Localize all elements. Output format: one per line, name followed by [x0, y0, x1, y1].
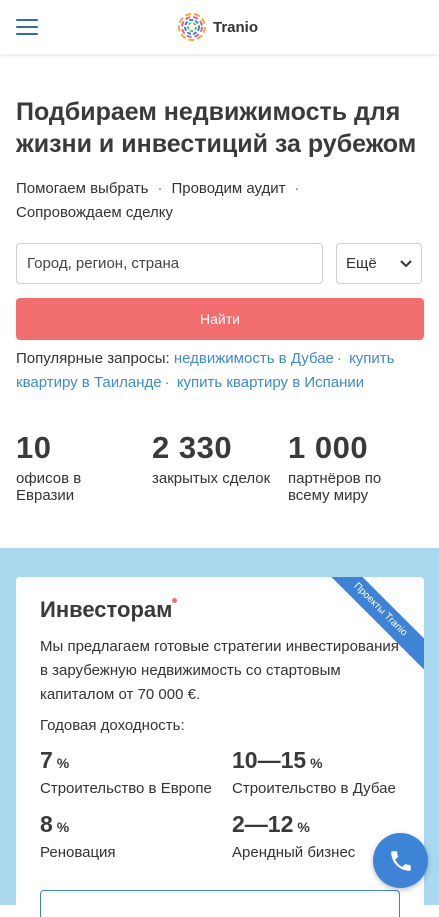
- popular-link-dubai[interactable]: недвижимость в Дубае: [174, 350, 334, 367]
- yield-item: 8% Реновация: [40, 811, 116, 861]
- popular-link-spain[interactable]: купить квартиру в Испании: [177, 374, 364, 391]
- investors-card: Проекты Tranio Инвесторам Мы предлагаем …: [16, 577, 424, 917]
- stat-label: офисов в Евразии: [16, 470, 82, 504]
- popular-label: Популярные запросы:: [16, 350, 170, 367]
- feature-support: Сопровождаем сделку: [16, 204, 173, 221]
- logo-icon: [178, 13, 206, 41]
- yield-item: 2—12% Арендный бизнес: [232, 811, 356, 861]
- investors-title: Инвесторам: [40, 597, 173, 622]
- new-indicator-dot: [172, 598, 177, 603]
- investors-action-button[interactable]: [40, 890, 400, 917]
- feature-list: Помогаем выбрать · Проводим аудит · Сопрово…: [16, 180, 300, 221]
- select-value: Ещё: [346, 255, 377, 272]
- feature-choose: Помогаем выбрать: [16, 180, 149, 197]
- chevron-down-icon: [400, 259, 412, 267]
- location-search-input[interactable]: [16, 243, 323, 284]
- stat-label: закрытых сделок: [152, 470, 271, 487]
- yield-item: 10—15% Строительство в Дубае: [232, 747, 396, 797]
- logo[interactable]: Tranio: [177, 12, 258, 42]
- property-type-select[interactable]: Ещё: [336, 243, 422, 284]
- stat-value: 2 330: [152, 430, 233, 465]
- stat-value: 10: [16, 430, 52, 465]
- call-button[interactable]: [373, 833, 428, 888]
- stat-label: партнёров по всему миру: [288, 470, 382, 504]
- yield-label: Годовая доходность:: [40, 717, 185, 734]
- find-button[interactable]: Найти: [16, 298, 424, 340]
- page-title: Подбираем недвижимость для жизни и инвес…: [16, 98, 417, 158]
- phone-icon: [390, 850, 411, 871]
- stat-partners: 1 000 партнёров по всему миру: [288, 430, 381, 504]
- top-header: Tranio: [0, 0, 439, 54]
- stat-value: 1 000: [288, 430, 369, 465]
- burger-menu-icon[interactable]: [16, 19, 38, 35]
- popular-queries: Популярные запросы: недвижимость в Дубае…: [16, 350, 395, 391]
- stat-offices: 10 офисов в Евразии: [16, 430, 81, 504]
- yield-item: 7% Строительство в Европе: [40, 747, 212, 797]
- logo-text: Tranio: [213, 18, 259, 36]
- stat-deals: 2 330 закрытых сделок: [152, 430, 270, 487]
- investors-description: Мы предлагаем готовые стратегии инвестир…: [40, 638, 399, 703]
- feature-audit: Проводим аудит: [171, 180, 286, 197]
